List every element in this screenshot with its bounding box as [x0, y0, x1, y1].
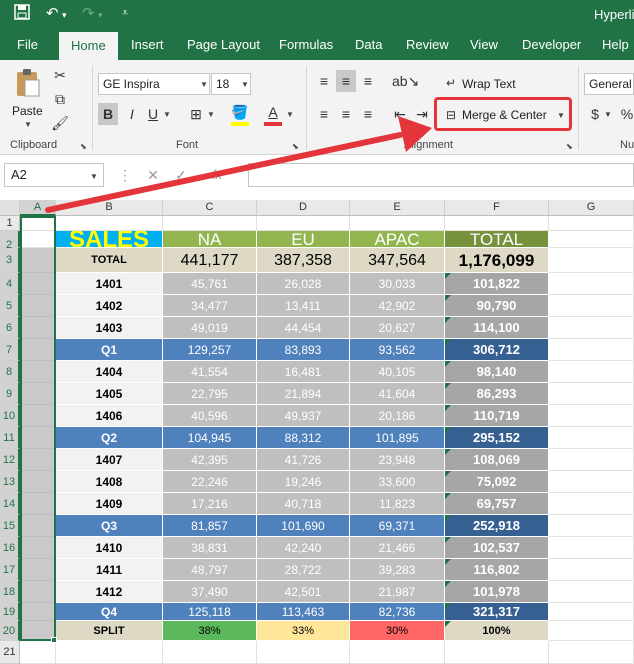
excel-window: ↶ ▾ ↷ ▾ ⩡ Hyperli File Home Insert Page …: [0, 0, 634, 664]
annotation-arrow: [45, 116, 432, 213]
